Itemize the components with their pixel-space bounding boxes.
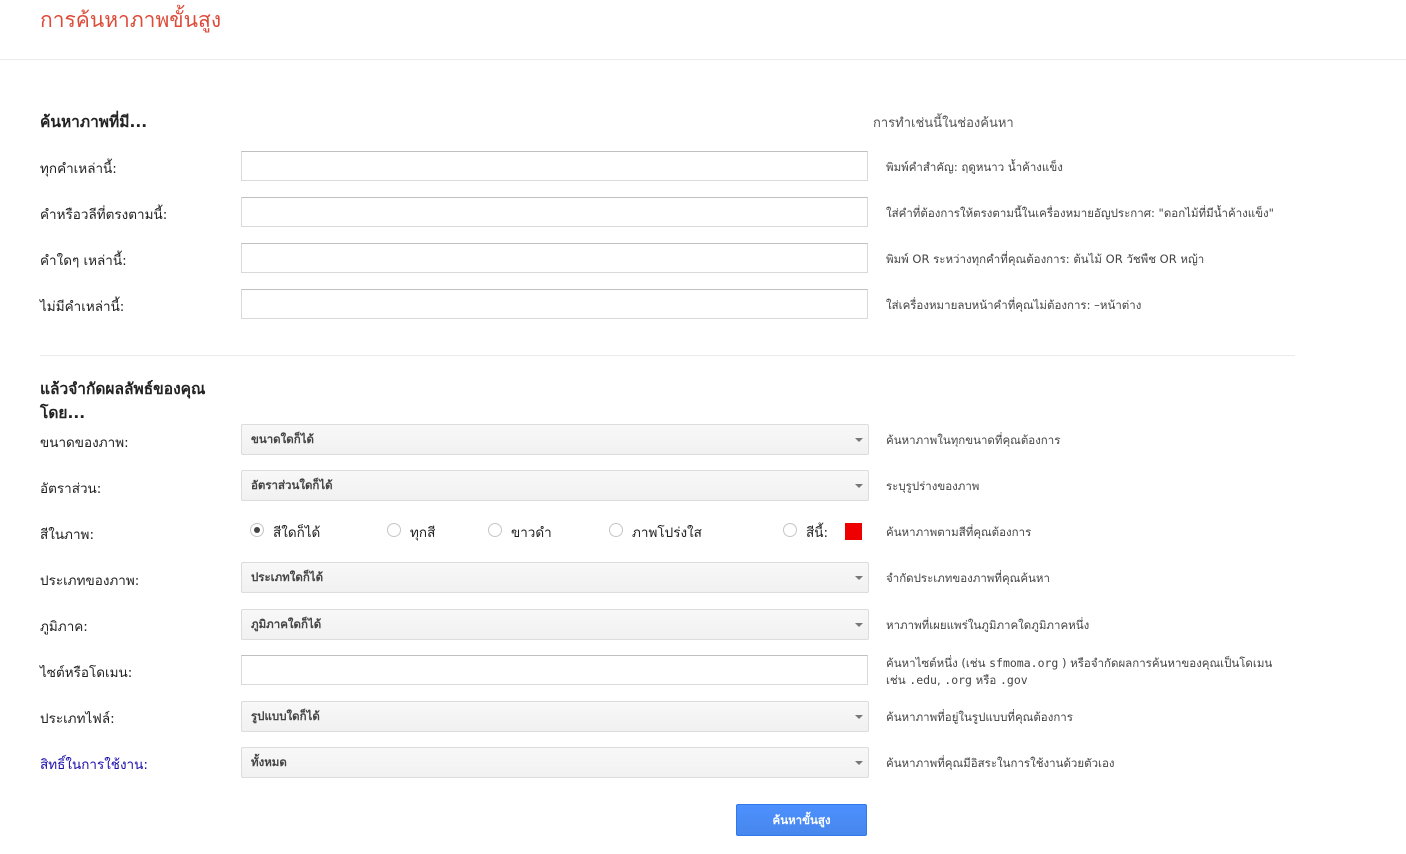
section-title-find: ค้นหาภาพที่มี... — [40, 113, 148, 131]
any-words-input[interactable] — [241, 243, 868, 273]
hint-code: .org — [944, 673, 972, 687]
image-type-label: ประเภทของภาพ: — [40, 573, 140, 589]
site-domain-input[interactable] — [241, 655, 868, 685]
page-header: การค้นหาภาพขั้นสูง — [0, 0, 1406, 60]
any-words-label: คำใดๆ เหล่านี้: — [40, 253, 127, 269]
dropdown-arrow-icon — [855, 623, 863, 627]
all-words-label: ทุกคำเหล่านี้: — [40, 161, 117, 177]
usage-rights-value: ทั้งหมด — [251, 755, 287, 769]
section-title-narrow: แล้วจำกัดผลลัพธ์ของคุณ โดย... — [40, 377, 205, 425]
none-words-label: ไม่มีคำเหล่านี้: — [40, 299, 125, 315]
color-hint: ค้นหาภาพตามสีที่คุณต้องการ — [886, 525, 1032, 539]
none-words-hint: ใส่เครื่องหมายลบหน้าคำที่คุณไม่ต้องการ: … — [886, 298, 1142, 312]
region-select[interactable]: ภูมิภาคใดก็ได้ — [241, 609, 869, 640]
hint-column-header: การทำเช่นนี้ในช่องค้นหา — [873, 116, 1014, 131]
radio-icon[interactable] — [783, 523, 797, 537]
color-option-any-label: สีใดก็ได้ — [273, 525, 321, 541]
image-type-value: ประเภทใดก็ได้ — [251, 570, 324, 584]
section-title-narrow-line2: โดย... — [40, 404, 86, 422]
page-title: การค้นหาภาพขั้นสูง — [40, 8, 222, 32]
exact-phrase-hint: ใส่คำที่ต้องการให้ตรงตามนี้ในเครื่องหมาย… — [886, 206, 1274, 220]
any-words-hint: พิมพ์ OR ระหว่างทุกคำที่คุณต้องการ: ต้นไ… — [886, 252, 1205, 266]
image-size-label: ขนาดของภาพ: — [40, 435, 129, 451]
site-domain-label: ไซต์หรือโดเมน: — [40, 665, 133, 681]
file-type-hint: ค้นหาภาพที่อยู่ในรูปแบบที่คุณต้องการ — [886, 710, 1073, 724]
all-words-input[interactable] — [241, 151, 868, 181]
radio-icon[interactable] — [609, 523, 623, 537]
color-label: สีในภาพ: — [40, 527, 94, 543]
site-domain-hint-line2: เช่น .edu, .org หรือ .gov — [886, 672, 1272, 689]
advanced-search-button[interactable]: ค้นหาขั้นสูง — [736, 804, 867, 836]
color-option-specific-label: สีนี้: — [806, 525, 829, 541]
region-label: ภูมิภาค: — [40, 619, 88, 635]
image-size-select[interactable]: ขนาดใดก็ได้ — [241, 424, 869, 455]
file-type-value: รูปแบบใดก็ได้ — [251, 709, 320, 723]
image-type-select[interactable]: ประเภทใดก็ได้ — [241, 562, 869, 593]
dropdown-arrow-icon — [855, 438, 863, 442]
radio-selected-icon[interactable] — [250, 523, 264, 537]
dropdown-arrow-icon — [855, 576, 863, 580]
section-divider — [40, 355, 1295, 356]
color-swatch[interactable] — [845, 523, 862, 540]
hint-code: .edu — [909, 673, 937, 687]
exact-phrase-label: คำหรือวลีที่ตรงตามนี้: — [40, 207, 168, 223]
aspect-ratio-label: อัตราส่วน: — [40, 481, 102, 497]
hint-text: ค้นหาไซต์หนึ่ง (เช่น — [886, 656, 990, 670]
dropdown-arrow-icon — [855, 761, 863, 765]
usage-rights-link[interactable]: สิทธิ์ในการใช้งาน: — [40, 753, 148, 775]
image-size-value: ขนาดใดก็ได้ — [251, 432, 314, 446]
dropdown-arrow-icon — [855, 715, 863, 719]
exact-phrase-input[interactable] — [241, 197, 868, 227]
aspect-ratio-hint: ระบุรูปร่างของภาพ — [886, 479, 980, 493]
radio-icon[interactable] — [387, 523, 401, 537]
section-title-narrow-line1: แล้วจำกัดผลลัพธ์ของคุณ — [40, 380, 206, 398]
file-type-select[interactable]: รูปแบบใดก็ได้ — [241, 701, 869, 732]
none-words-input[interactable] — [241, 289, 868, 319]
aspect-ratio-value: อัตราส่วนใดก็ได้ — [251, 478, 333, 492]
file-type-label: ประเภทไฟล์: — [40, 711, 115, 727]
color-option-transparent-label: ภาพโปร่งใส — [632, 525, 702, 541]
hint-text: ) หรือจำกัดผลการค้นหาของคุณเป็นโดเมน — [1058, 656, 1273, 670]
dropdown-arrow-icon — [855, 484, 863, 488]
color-option-full-label: ทุกสี — [410, 525, 436, 541]
hint-code: .gov — [999, 673, 1028, 687]
hint-text: หรือ — [971, 673, 1000, 687]
region-hint: หาภาพที่เผยแพร่ในภูมิภาคใดภูมิภาคหนึ่ง — [886, 618, 1090, 632]
image-size-hint: ค้นหาภาพในทุกขนาดที่คุณต้องการ — [886, 433, 1061, 447]
usage-rights-hint: ค้นหาภาพที่คุณมีอิสระในการใช้งานด้วยตัวเ… — [886, 756, 1115, 770]
aspect-ratio-select[interactable]: อัตราส่วนใดก็ได้ — [241, 470, 869, 501]
usage-rights-select[interactable]: ทั้งหมด — [241, 747, 869, 778]
site-domain-hint-line1: ค้นหาไซต์หนึ่ง (เช่น sfmoma.org ) หรือจำ… — [886, 655, 1272, 672]
region-value: ภูมิภาคใดก็ได้ — [251, 617, 322, 631]
color-option-bw-label: ขาวดำ — [511, 525, 552, 541]
hint-code: sfmoma.org — [989, 656, 1059, 670]
site-domain-hint: ค้นหาไซต์หนึ่ง (เช่น sfmoma.org ) หรือจำ… — [886, 655, 1272, 689]
image-type-hint: จำกัดประเภทของภาพที่คุณค้นหา — [886, 571, 1050, 585]
radio-icon[interactable] — [488, 523, 502, 537]
hint-text: เช่น — [886, 673, 910, 687]
all-words-hint: พิมพ์คำสำคัญ: ฤดูหนาว น้ำค้างแข็ง — [886, 160, 1063, 174]
